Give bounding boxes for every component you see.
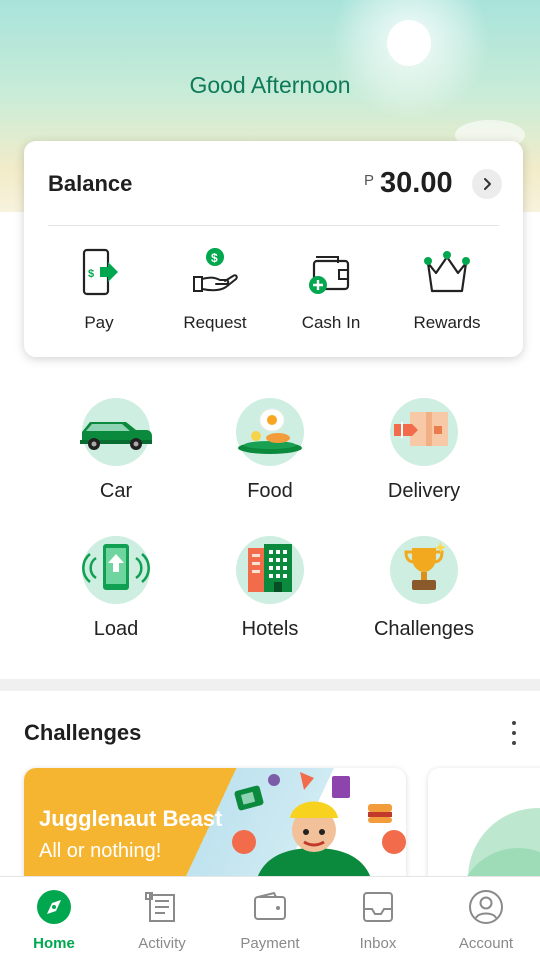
inbox-tray-icon [363, 892, 393, 922]
nav-home[interactable]: Home [0, 877, 108, 960]
nav-home-label: Home [33, 935, 75, 952]
nav-payment[interactable]: Payment [216, 877, 324, 960]
greeting-text: Good Afternoon [189, 72, 351, 98]
service-food[interactable]: Food [195, 398, 345, 528]
nav-inbox[interactable]: Inbox [324, 877, 432, 960]
receipt-icon [145, 892, 175, 922]
bottom-navigation: Home Activity Payment Inbox Account [0, 876, 540, 960]
more-dot-icon [512, 731, 516, 735]
card-divider [48, 225, 499, 226]
food-plate-icon [238, 408, 302, 454]
promo-subtitle: All or nothing! [39, 840, 162, 862]
svg-text:$: $ [211, 251, 218, 265]
service-challenges-label: Challenges [373, 618, 475, 640]
cash-in-label: Cash In [301, 313, 361, 332]
currency-symbol: P [364, 172, 375, 189]
balance-card: Balance P 30.00 $ Pay $ Request Cash In … [24, 141, 523, 357]
nav-account-label: Account [458, 935, 514, 952]
service-load[interactable]: Load [41, 536, 191, 666]
rewards-label: Rewards [413, 313, 481, 332]
nav-payment-label: Payment [240, 935, 300, 952]
chevron-right-icon [484, 178, 491, 190]
nav-activity-label: Activity [138, 935, 186, 952]
request-button[interactable]: $ Request [157, 241, 273, 341]
wallet-plus-icon [309, 256, 350, 294]
section-separator [0, 679, 540, 691]
rewards-button[interactable]: Rewards [389, 241, 505, 341]
nav-inbox-label: Inbox [359, 935, 397, 952]
user-circle-icon [469, 890, 503, 924]
service-car-circle [80, 398, 152, 466]
compass-icon [37, 890, 71, 924]
service-load-circle [82, 536, 150, 604]
nav-activity[interactable]: Activity [108, 877, 216, 960]
service-food-circle [236, 398, 304, 466]
service-hotels[interactable]: Hotels [195, 536, 345, 666]
crown-icon [424, 251, 470, 293]
service-delivery-label: Delivery [387, 480, 461, 502]
svg-text:$: $ [88, 268, 94, 280]
service-load-label: Load [93, 618, 139, 640]
cash-in-button[interactable]: Cash In [273, 241, 389, 341]
service-challenges[interactable]: Challenges [349, 536, 499, 666]
wallet-icon [254, 891, 286, 920]
challenges-section-title: Challenges [24, 720, 142, 745]
more-dot-icon [512, 721, 516, 725]
package-icon [394, 412, 448, 446]
more-dot-icon [512, 741, 516, 745]
balance-amount: 30.00 [380, 167, 453, 199]
pay-label: Pay [84, 313, 114, 332]
phone-topup-icon [82, 544, 150, 590]
pay-button[interactable]: $ Pay [41, 241, 157, 341]
nav-account[interactable]: Account [432, 877, 540, 960]
service-food-label: Food [247, 480, 293, 502]
service-car[interactable]: Car [41, 398, 191, 528]
more-options-button[interactable] [504, 718, 524, 748]
service-delivery[interactable]: Delivery [349, 398, 499, 528]
car-icon [80, 422, 152, 450]
phone-send-money-icon: $ [82, 248, 118, 296]
balance-details-button[interactable] [472, 169, 502, 199]
service-hotels-circle [236, 536, 304, 604]
service-car-label: Car [99, 480, 133, 502]
sun-illustration [387, 20, 431, 66]
service-challenges-circle [390, 536, 458, 604]
promo-title: Jugglenaut Beast [39, 806, 223, 831]
service-hotels-label: Hotels [241, 618, 299, 640]
service-delivery-circle [390, 398, 458, 466]
hotel-icon [248, 544, 292, 592]
balance-label: Balance [48, 171, 133, 196]
trophy-icon [404, 542, 446, 590]
request-label: Request [183, 313, 247, 332]
hand-coin-icon: $ [193, 248, 238, 292]
